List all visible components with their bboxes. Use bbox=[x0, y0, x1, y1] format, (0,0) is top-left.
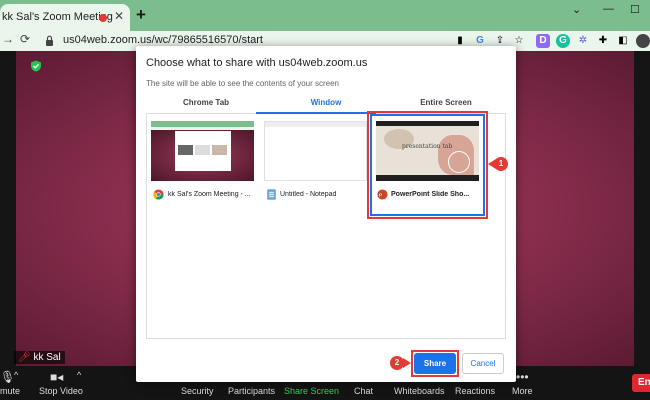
chevron-down-icon[interactable]: ⌄ bbox=[572, 3, 581, 16]
puzzle-icon[interactable]: ✚ bbox=[596, 34, 610, 48]
gear-extension-icon[interactable]: ✲ bbox=[576, 34, 590, 48]
window-label-powerpoint[interactable]: PowerPoint Slide Sho... bbox=[391, 191, 476, 198]
grammarly-icon[interactable]: G bbox=[556, 34, 570, 48]
more-button[interactable]: More bbox=[512, 386, 533, 396]
chat-button[interactable]: Chat bbox=[354, 386, 373, 396]
powerpoint-icon: P bbox=[377, 189, 388, 200]
chevron-up-icon[interactable]: ^ bbox=[77, 370, 81, 380]
share-screen-button[interactable]: Share Screen bbox=[284, 386, 339, 396]
recording-indicator-icon bbox=[99, 14, 107, 22]
slide-title-text: presentation tab bbox=[402, 143, 453, 150]
tab-title: kk Sal's Zoom Meeting bbox=[2, 11, 113, 23]
extension-d-icon[interactable]: D bbox=[536, 34, 550, 48]
stop-video-button[interactable]: Stop Video bbox=[39, 386, 83, 396]
thumb-preview bbox=[212, 145, 227, 155]
annotation-badge-2: 2 bbox=[390, 356, 404, 370]
browser-tab[interactable]: kk Sal's Zoom Meeting ✕ bbox=[0, 4, 130, 31]
lock-icon[interactable] bbox=[45, 35, 54, 46]
annotation-arrow-2 bbox=[403, 358, 411, 368]
participants-button[interactable]: Participants bbox=[228, 386, 275, 396]
chevron-up-icon[interactable]: ^ bbox=[14, 370, 18, 380]
right-letterbox bbox=[634, 51, 650, 366]
window-thumbnail-chrome[interactable] bbox=[151, 121, 254, 181]
video-camera-icon[interactable]: ■◂ bbox=[50, 370, 63, 384]
thumb-bottombar bbox=[376, 175, 479, 181]
minimize-window-button[interactable]: — bbox=[603, 3, 614, 15]
tab-entire-screen[interactable]: Entire Screen bbox=[386, 98, 506, 107]
tab-window[interactable]: Window bbox=[266, 98, 386, 107]
forward-arrow-icon[interactable]: → bbox=[2, 32, 14, 46]
thumb-preview bbox=[195, 145, 210, 155]
window-label-chrome[interactable]: kk Sal's Zoom Meeting - ... bbox=[168, 191, 258, 198]
url-text[interactable]: us04web.zoom.us/wc/79865516570/start bbox=[63, 34, 263, 46]
dialog-title: Choose what to share with us04web.zoom.u… bbox=[146, 57, 368, 69]
more-dots-icon[interactable]: ••• bbox=[516, 370, 529, 384]
microphone-icon[interactable]: 🎙︎ bbox=[0, 370, 15, 384]
thumb-dialog bbox=[175, 131, 231, 171]
security-button[interactable]: Security bbox=[181, 386, 214, 396]
participant-name: kk Sal bbox=[33, 352, 61, 363]
window-thumbnail-powerpoint[interactable]: presentation tab bbox=[376, 121, 479, 181]
slide-shape bbox=[448, 151, 470, 173]
window-label-notepad[interactable]: Untitled - Notepad bbox=[280, 191, 336, 198]
share-button[interactable]: Share bbox=[414, 353, 456, 374]
muted-mic-icon: 🎤︎ bbox=[18, 352, 31, 363]
browser-tab-strip: kk Sal's Zoom Meeting ✕ + ⌄ — ☐ bbox=[0, 0, 650, 31]
mute-button[interactable]: mute bbox=[0, 386, 20, 396]
left-letterbox bbox=[0, 51, 16, 366]
thumb-topbar bbox=[376, 121, 479, 126]
maximize-window-button[interactable]: ☐ bbox=[630, 3, 640, 16]
reactions-button[interactable]: Reactions bbox=[455, 386, 495, 396]
notepad-icon bbox=[267, 189, 276, 200]
thumb-titlebar bbox=[265, 122, 366, 127]
svg-text:P: P bbox=[379, 192, 382, 197]
tab-chrome-tab[interactable]: Chrome Tab bbox=[146, 98, 266, 107]
reload-icon[interactable]: ⟳ bbox=[20, 32, 30, 46]
thumb-preview bbox=[178, 145, 193, 155]
close-tab-icon[interactable]: ✕ bbox=[114, 9, 124, 23]
dialog-subtitle: The site will be able to see the content… bbox=[146, 79, 339, 88]
participant-name-tag: 🎤︎ kk Sal bbox=[14, 351, 65, 364]
whiteboards-button[interactable]: Whiteboards bbox=[394, 386, 445, 396]
cancel-button[interactable]: Cancel bbox=[462, 353, 504, 374]
shield-icon[interactable] bbox=[30, 60, 42, 72]
new-tab-button[interactable]: + bbox=[136, 5, 146, 25]
chrome-icon bbox=[153, 189, 164, 200]
annotation-badge-1: 1 bbox=[494, 157, 508, 171]
profile-icon[interactable] bbox=[636, 34, 650, 48]
end-meeting-button[interactable]: En bbox=[632, 374, 650, 392]
sidebar-icon[interactable]: ◧ bbox=[616, 34, 630, 48]
window-thumbnail-notepad[interactable] bbox=[264, 121, 367, 181]
